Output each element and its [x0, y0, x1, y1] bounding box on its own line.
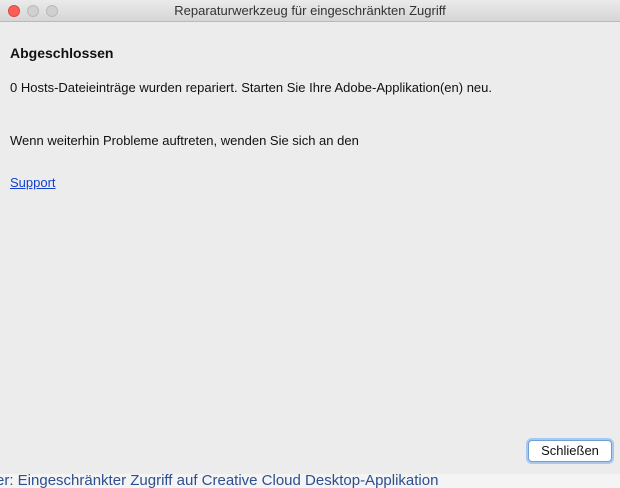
- background-page-text: er: Eingeschränkter Zugriff auf Creative…: [0, 474, 439, 488]
- dialog-content: Abgeschlossen 0 Hosts-Dateieinträge wurd…: [0, 22, 620, 474]
- status-heading: Abgeschlossen: [10, 45, 114, 61]
- support-link[interactable]: Support: [10, 175, 56, 190]
- result-message: 0 Hosts-Dateieinträge wurden repariert. …: [10, 80, 492, 95]
- close-button[interactable]: Schließen: [528, 440, 612, 462]
- help-text: Wenn weiterhin Probleme auftreten, wende…: [10, 133, 359, 148]
- window-title: Reparaturwerkzeug für eingeschränkten Zu…: [174, 3, 446, 18]
- title-bar[interactable]: Reparaturwerkzeug für eingeschränkten Zu…: [0, 0, 620, 22]
- repair-tool-window: Reparaturwerkzeug für eingeschränkten Zu…: [0, 0, 620, 474]
- background-page-strip: er: Eingeschränkter Zugriff auf Creative…: [0, 474, 620, 488]
